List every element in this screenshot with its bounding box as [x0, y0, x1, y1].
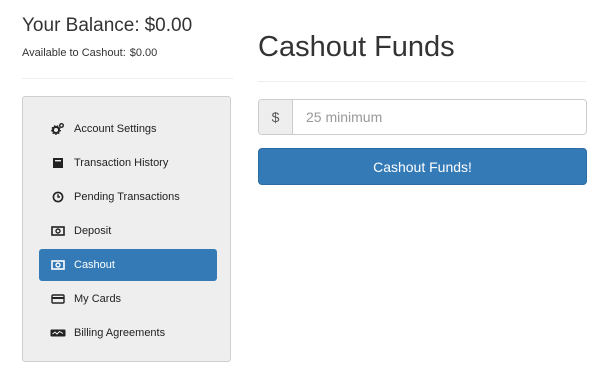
cashout-submit-button[interactable]: Cashout Funds!: [258, 148, 587, 185]
sidebar-item-label: Account Settings: [74, 123, 157, 135]
balance-heading: Your Balance: $0.00: [22, 15, 192, 37]
sidebar-item-billing-agreements[interactable]: Billing Agreements: [39, 317, 217, 349]
sidebar-item-label: My Cards: [74, 293, 122, 305]
credit-card-icon: [50, 291, 66, 307]
sidebar-item-label: Deposit: [74, 225, 112, 237]
money-icon: [50, 223, 66, 239]
sidebar-item-cashout[interactable]: Cashout: [39, 249, 217, 281]
amount-input-group: $: [258, 99, 587, 135]
divider: [22, 78, 233, 79]
sidebar-item-account-settings[interactable]: Account Settings: [39, 113, 217, 145]
gears-icon: [50, 121, 66, 137]
clock-icon: [50, 189, 66, 205]
balance-value: $0.00: [144, 15, 193, 36]
available-to-cashout: Available to Cashout: $0.00: [22, 47, 157, 59]
sidebar-item-label: Transaction History: [74, 157, 169, 169]
sidebar-item-deposit[interactable]: Deposit: [39, 215, 217, 247]
account-sidebar: Account Settings Transaction History Pen…: [22, 96, 231, 362]
divider: [258, 81, 586, 82]
page-title: Cashout Funds: [258, 31, 455, 63]
amount-input[interactable]: [293, 100, 586, 134]
agreement-icon: [50, 325, 66, 341]
balance-label: Your Balance:: [22, 15, 140, 36]
money-icon: [50, 257, 66, 273]
sidebar-item-my-cards[interactable]: My Cards: [39, 283, 217, 315]
sidebar-item-transaction-history[interactable]: Transaction History: [39, 147, 217, 179]
sidebar-item-pending-transactions[interactable]: Pending Transactions: [39, 181, 217, 213]
book-icon: [50, 155, 66, 171]
sidebar-item-label: Cashout: [74, 259, 115, 271]
currency-addon: $: [259, 100, 293, 134]
available-value: $0.00: [129, 47, 158, 59]
sidebar-item-label: Pending Transactions: [74, 191, 180, 203]
sidebar-item-label: Billing Agreements: [74, 327, 166, 339]
available-label: Available to Cashout:: [22, 47, 126, 59]
